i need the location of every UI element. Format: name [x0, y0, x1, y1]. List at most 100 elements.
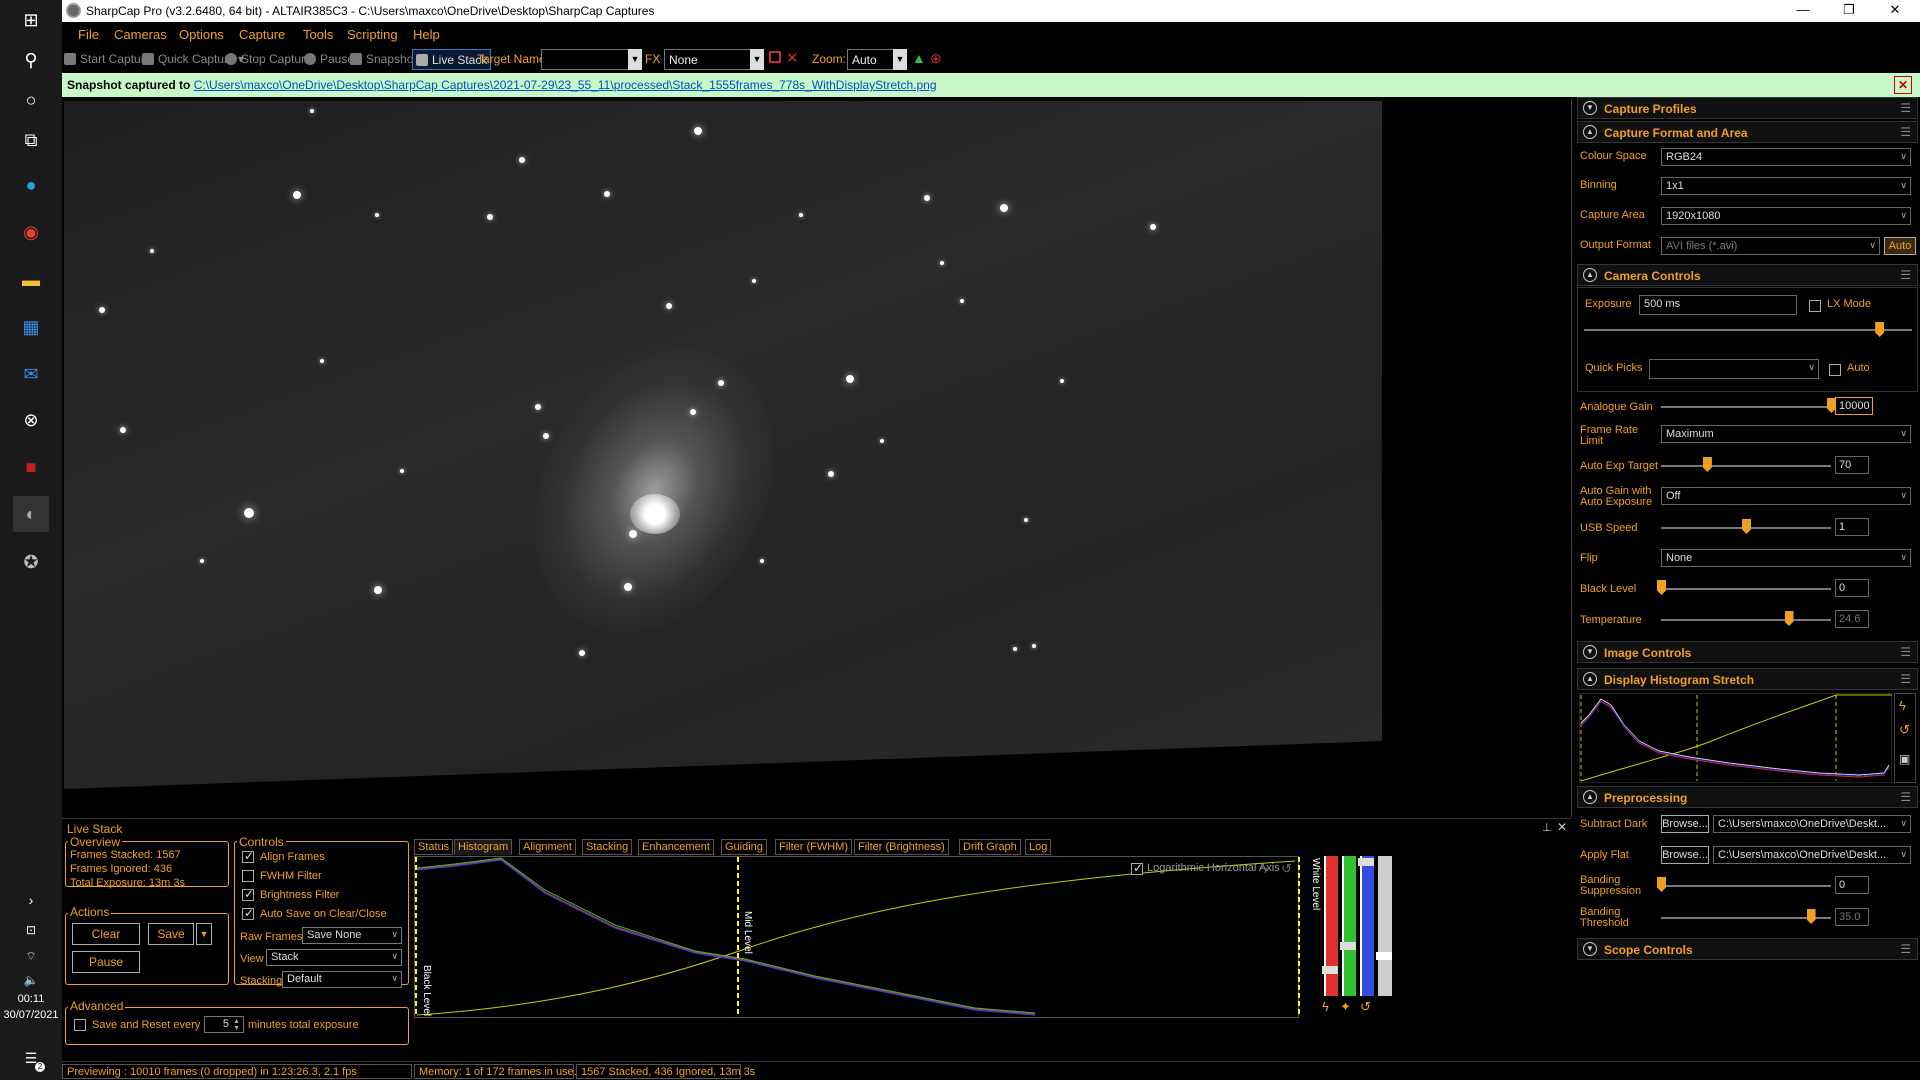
- snapshot-button[interactable]: Snapshot: [350, 52, 417, 66]
- search-icon[interactable]: ⚲: [13, 42, 49, 78]
- zoom-dropdown-arrow[interactable]: ▼: [893, 49, 907, 70]
- align-frames-checkbox[interactable]: [242, 849, 254, 863]
- blue-level-thumb[interactable]: [1358, 858, 1374, 866]
- save-reset-checkbox[interactable]: [74, 1019, 86, 1031]
- analogue-gain-slider[interactable]: [1661, 406, 1831, 408]
- hamburger-icon[interactable]: ☰: [1900, 125, 1911, 139]
- scope-controls-header[interactable]: ▼ Scope Controls ☰: [1577, 938, 1918, 960]
- banding-suppression-thumb[interactable]: [1657, 877, 1666, 892]
- target-name-input[interactable]: [541, 49, 641, 70]
- clock-date[interactable]: 30/07/2021: [0, 1009, 62, 1021]
- clock-time[interactable]: 00:11: [0, 993, 62, 1005]
- sharpcap-taskbar-icon[interactable]: ◐: [13, 496, 49, 532]
- tab-guiding[interactable]: Guiding: [721, 839, 767, 855]
- pause-stack-button[interactable]: Pause: [72, 951, 140, 973]
- file-explorer-icon[interactable]: ▬: [13, 262, 49, 298]
- stepper-arrows-icon[interactable]: ▲ ▼: [233, 1018, 240, 1032]
- microsoft-store-icon[interactable]: ▦: [13, 309, 49, 345]
- xbox-icon[interactable]: ⊗: [13, 402, 49, 438]
- usb-speed-value[interactable]: 1: [1835, 518, 1869, 536]
- crosshair-icon[interactable]: ✕: [786, 49, 799, 67]
- fwhm-filter-checkbox[interactable]: [242, 870, 254, 882]
- banding-threshold-thumb[interactable]: [1806, 909, 1816, 924]
- menu-capture[interactable]: Capture: [239, 27, 285, 42]
- maximize-button[interactable]: ❐: [1826, 0, 1872, 22]
- task-view-icon[interactable]: ⧉: [13, 122, 49, 158]
- auto-exp-target-thumb[interactable]: [1702, 457, 1712, 472]
- stellarium-icon[interactable]: ✪: [13, 544, 49, 580]
- log-axis-checkbox[interactable]: [1131, 861, 1143, 875]
- binning-select[interactable]: 1x1 ∨: [1661, 177, 1911, 195]
- capture-format-header[interactable]: ▲ Capture Format and Area ☰: [1577, 121, 1918, 143]
- notification-close-button[interactable]: ✕: [1894, 76, 1912, 94]
- tab-filter-fwhm[interactable]: Filter (FWHM): [775, 839, 853, 855]
- fx-dropdown-arrow[interactable]: ▼: [750, 49, 764, 70]
- blue-level-slider[interactable]: [1358, 856, 1374, 996]
- quick-picks-auto-checkbox[interactable]: [1829, 364, 1841, 376]
- image-viewport[interactable]: [62, 99, 1572, 817]
- action-center-icon[interactable]: ☰ 2: [13, 1040, 49, 1076]
- green-level-slider[interactable]: [1340, 856, 1356, 996]
- red-level-thumb[interactable]: [1322, 966, 1338, 974]
- stack-histogram[interactable]: Black Level Mid Level Logarithmic Horizo…: [414, 856, 1300, 1018]
- target-name-dropdown[interactable]: ▼: [628, 49, 642, 70]
- auto-level-icon[interactable]: ϟ: [1322, 999, 1329, 1014]
- raw-frames-select[interactable]: Save None ∨: [302, 927, 402, 944]
- mail-icon[interactable]: ✉: [13, 356, 49, 392]
- tab-status[interactable]: Status: [414, 839, 454, 855]
- snapshot-path-link[interactable]: C:\Users\maxco\OneDrive\Desktop\SharpCap…: [194, 78, 937, 92]
- subtract-dark-browse-button[interactable]: Browse...: [1661, 815, 1709, 833]
- luminance-level-thumb[interactable]: [1376, 952, 1392, 960]
- pin-icon[interactable]: ⊥: [1542, 821, 1552, 834]
- sparkle-icon[interactable]: ✦: [1340, 999, 1351, 1015]
- tab-stacking[interactable]: Stacking: [582, 839, 633, 855]
- reset-levels-icon[interactable]: ↺: [1360, 999, 1371, 1015]
- black-level-value[interactable]: 0: [1835, 579, 1869, 597]
- auto-exp-target-value[interactable]: 70: [1835, 456, 1869, 474]
- fx-select[interactable]: None: [664, 49, 764, 70]
- auto-stretch-icon[interactable]: ϟ: [1899, 698, 1906, 713]
- camera-controls-header[interactable]: ▲ Camera Controls ☰: [1577, 264, 1918, 286]
- green-level-thumb[interactable]: [1340, 942, 1356, 950]
- focus-assist-icon[interactable]: ⊕: [930, 50, 942, 67]
- red-level-slider[interactable]: [1322, 856, 1338, 996]
- hamburger-icon[interactable]: ☰: [1900, 645, 1911, 659]
- menu-help[interactable]: Help: [413, 27, 440, 42]
- capture-profiles-header[interactable]: ▼ Capture Profiles ☰: [1577, 97, 1918, 119]
- banding-threshold-slider[interactable]: [1661, 917, 1831, 919]
- black-level-thumb[interactable]: [1657, 580, 1666, 595]
- apply-flat-path[interactable]: C:\Users\maxco\OneDrive\Deskt... ∨: [1713, 846, 1911, 864]
- reticle-box-icon[interactable]: [769, 51, 781, 63]
- auto-save-checkbox[interactable]: [242, 906, 254, 920]
- close-live-stack-icon[interactable]: ✕: [1557, 820, 1567, 834]
- hamburger-icon[interactable]: ☰: [1900, 942, 1911, 956]
- clear-button[interactable]: Clear: [72, 923, 140, 945]
- cortana-icon[interactable]: ○: [13, 82, 49, 118]
- banding-threshold-value[interactable]: 35.0: [1835, 908, 1869, 926]
- display-histogram-graph[interactable]: [1579, 693, 1892, 783]
- histogram-icon[interactable]: ▲: [912, 50, 926, 66]
- exposure-slider[interactable]: [1584, 329, 1912, 331]
- minutes-stepper[interactable]: 5 ▲ ▼: [204, 1016, 244, 1033]
- capture-area-select[interactable]: 1920x1080 ∨: [1661, 207, 1911, 225]
- windows-start-icon[interactable]: ⊞: [13, 2, 49, 38]
- analogue-gain-value[interactable]: 10000: [1835, 397, 1873, 415]
- banding-suppression-value[interactable]: 0: [1835, 876, 1869, 894]
- tab-drift-graph[interactable]: Drift Graph: [959, 839, 1021, 855]
- save-icon[interactable]: ▣: [1899, 752, 1910, 766]
- reset-icon[interactable]: ↺: [1899, 722, 1910, 738]
- tab-filter-brightness[interactable]: Filter (Brightness): [854, 839, 949, 855]
- exposure-input[interactable]: 500 ms: [1639, 295, 1797, 315]
- luminance-level-slider[interactable]: [1376, 856, 1392, 996]
- hamburger-icon[interactable]: ☰: [1900, 268, 1911, 282]
- stop-capture-button[interactable]: Stop Capture: [225, 52, 312, 66]
- menu-cameras[interactable]: Cameras: [114, 27, 167, 42]
- flip-select[interactable]: None ∨: [1661, 549, 1911, 567]
- colour-space-select[interactable]: RGB24 ∨: [1661, 148, 1911, 166]
- hamburger-icon[interactable]: ☰: [1900, 101, 1911, 115]
- menu-file[interactable]: File: [78, 27, 99, 42]
- auto-exp-target-slider[interactable]: [1661, 465, 1831, 467]
- view-select[interactable]: Stack ∨: [266, 949, 402, 966]
- image-controls-header[interactable]: ▼ Image Controls ☰: [1577, 641, 1918, 663]
- frame-rate-select[interactable]: Maximum ∨: [1661, 425, 1911, 443]
